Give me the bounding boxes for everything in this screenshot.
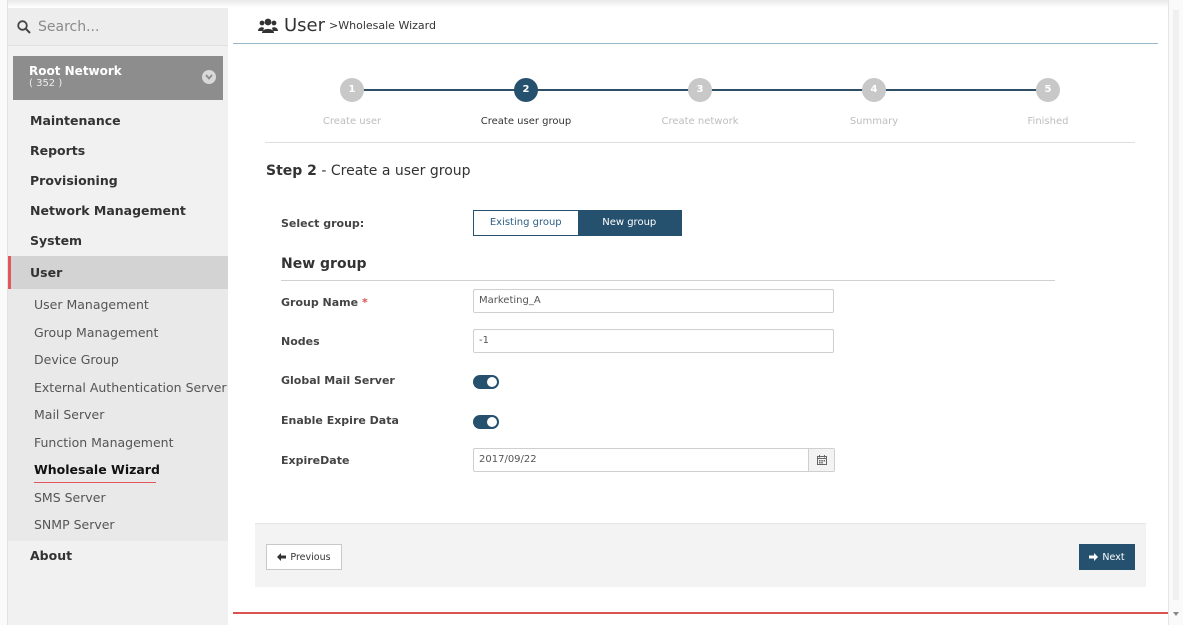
step-3-circle: 3 xyxy=(688,78,712,102)
wizard-stepper: 1 2 3 4 5 Create user Create user group … xyxy=(265,78,1135,138)
chevron-down-icon[interactable] xyxy=(202,70,216,84)
select-group-label: Select group: xyxy=(281,217,365,230)
group-type-toggle: Existing group New group xyxy=(473,210,682,236)
required-asterisk: * xyxy=(361,296,368,309)
step-3-label: Create network xyxy=(661,116,739,127)
expire-date-value: 2017/09/22 xyxy=(479,454,537,465)
root-network-name: Root Network xyxy=(29,64,122,78)
group-name-label-text: Group Name xyxy=(281,296,359,309)
arrow-right-icon xyxy=(1089,553,1099,561)
vertical-scrollbar[interactable] xyxy=(1168,0,1183,625)
nav-about[interactable]: About xyxy=(8,541,228,571)
left-edge xyxy=(0,0,8,625)
step-heading-text: - Create a user group xyxy=(316,163,471,179)
step-2-circle: 2 xyxy=(514,78,538,102)
step-2-label: Create user group xyxy=(480,116,572,127)
top-shadow xyxy=(0,0,1183,8)
group-name-field[interactable]: Marketing_A xyxy=(473,289,834,313)
submenu-wholesale-wizard[interactable]: Wholesale Wizard xyxy=(8,456,228,484)
enable-expire-data-label: Enable Expire Data xyxy=(281,414,399,427)
toggle-knob xyxy=(487,377,497,387)
page-header: User >Wholesale Wizard xyxy=(233,8,1158,44)
arrow-left-icon xyxy=(277,553,287,561)
users-icon xyxy=(258,18,278,33)
user-submenu: User Management Group Management Device … xyxy=(8,289,228,541)
nav-maintenance[interactable]: Maintenance xyxy=(8,106,228,136)
step-1-label: Create user xyxy=(322,116,382,127)
previous-button[interactable]: Previous xyxy=(266,544,342,570)
nav-reports[interactable]: Reports xyxy=(8,136,228,166)
scroll-down-arrow-icon[interactable] xyxy=(1173,612,1179,616)
breadcrumb: >Wholesale Wizard xyxy=(329,19,436,32)
global-mail-server-label: Global Mail Server xyxy=(281,374,395,387)
step-4-circle: 4 xyxy=(862,78,886,102)
nodes-field[interactable]: -1 xyxy=(473,329,834,353)
expire-date-label: ExpireDate xyxy=(281,454,350,467)
step-4-label: Summary xyxy=(849,116,899,127)
submenu-external-auth-server[interactable]: External Authentication Server xyxy=(8,374,228,402)
previous-label: Previous xyxy=(290,551,331,563)
step-5-circle: 5 xyxy=(1036,78,1060,102)
enable-expire-data-toggle[interactable] xyxy=(473,415,499,429)
next-button[interactable]: Next xyxy=(1079,544,1135,570)
expire-date-field[interactable]: 2017/09/22 xyxy=(473,448,835,472)
submenu-snmp-server[interactable]: SNMP Server xyxy=(8,511,228,539)
group-name-label: Group Name * xyxy=(281,296,368,309)
root-network-selector[interactable]: Root Network ( 352 ) xyxy=(13,56,223,100)
root-network-count: ( 352 ) xyxy=(29,78,63,89)
submenu-mail-server[interactable]: Mail Server xyxy=(8,401,228,429)
search-bar[interactable]: Search... xyxy=(8,8,228,46)
submenu-function-management[interactable]: Function Management xyxy=(8,429,228,457)
wizard-footer: Previous Next xyxy=(255,523,1146,587)
existing-group-button[interactable]: Existing group xyxy=(474,211,578,235)
submenu-device-group[interactable]: Device Group xyxy=(8,346,228,374)
step-5-label: Finished xyxy=(1027,116,1069,127)
main-content: User >Wholesale Wizard 1 2 3 4 5 Create … xyxy=(233,8,1158,613)
sidebar: Search... Root Network ( 352 ) Maintenan… xyxy=(8,8,228,625)
calendar-icon[interactable] xyxy=(808,449,834,471)
toggle-knob xyxy=(487,417,497,427)
nav-system[interactable]: System xyxy=(8,226,228,256)
global-mail-server-toggle[interactable] xyxy=(473,375,499,389)
stepper-divider xyxy=(265,142,1135,143)
nav-user[interactable]: User xyxy=(8,256,228,289)
nav-network-management[interactable]: Network Management xyxy=(8,196,228,226)
section-divider xyxy=(281,280,1055,281)
step-heading-number: Step 2 xyxy=(266,163,317,179)
next-label: Next xyxy=(1102,551,1125,563)
new-group-button[interactable]: New group xyxy=(577,211,681,235)
step-heading: Step 2 - Create a user group xyxy=(266,163,471,179)
submenu-user-management[interactable]: User Management xyxy=(8,291,228,319)
nodes-label: Nodes xyxy=(281,335,320,348)
submenu-group-management[interactable]: Group Management xyxy=(8,319,228,347)
search-input[interactable]: Search... xyxy=(38,19,99,35)
new-group-heading: New group xyxy=(281,256,367,272)
search-icon xyxy=(17,19,31,34)
page-title: User xyxy=(284,15,326,36)
submenu-sms-server[interactable]: SMS Server xyxy=(8,484,228,512)
step-1-circle: 1 xyxy=(340,78,364,102)
bottom-accent-line xyxy=(233,612,1168,614)
nav-provisioning[interactable]: Provisioning xyxy=(8,166,228,196)
scrollbar-thumb[interactable] xyxy=(1173,10,1179,600)
